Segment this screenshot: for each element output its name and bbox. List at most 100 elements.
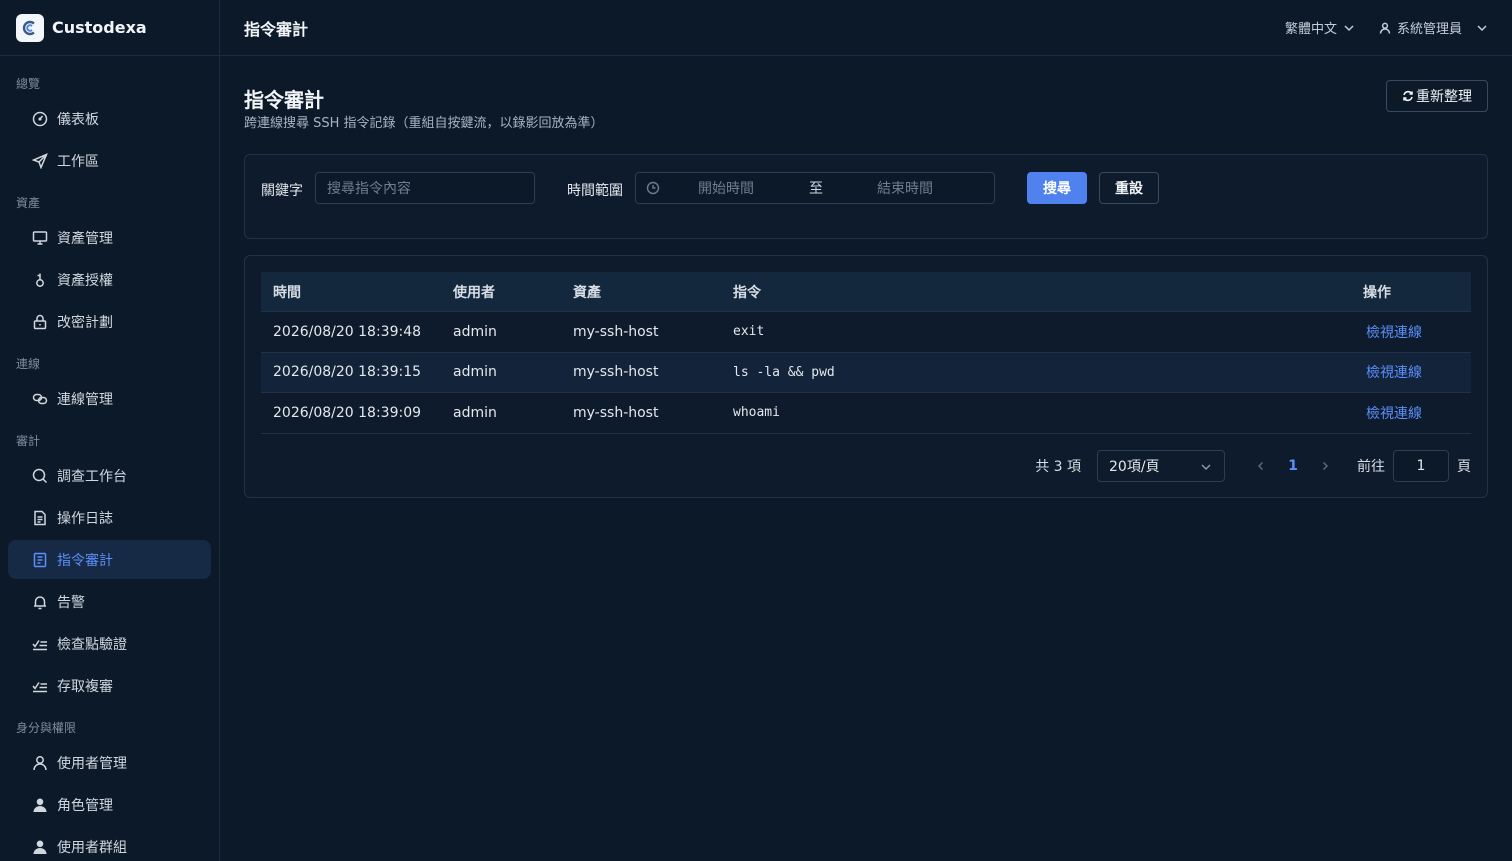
- sidebar-item-asset-authorization[interactable]: 資產授權: [8, 260, 211, 299]
- topbar-title: 指令審計: [244, 19, 309, 39]
- lock-icon: [31, 313, 49, 331]
- document-icon: [31, 509, 49, 527]
- cell-asset: my-ssh-host: [573, 323, 659, 340]
- send-icon: [31, 152, 49, 170]
- cell-time: 2026/08/20 18:39:09: [273, 404, 422, 421]
- column-header-user: 使用者: [453, 284, 495, 301]
- chevron-down-icon: [1344, 24, 1354, 31]
- sidebar-item-command-audit[interactable]: 指令審計: [8, 540, 211, 579]
- sidebar-item-label: 資產管理: [57, 230, 113, 247]
- pagination: 共 3 項 20項/頁 1 前往 頁: [1035, 450, 1471, 482]
- filter-card: 關鍵字 搜尋指令內容 時間範圍 開始時間 至 結束時間 搜尋 重設: [244, 154, 1488, 239]
- chevron-right-icon: [1322, 461, 1329, 471]
- pagination-total: 共 3 項: [1035, 459, 1081, 475]
- sidebar-item-label: 改密計劃: [57, 314, 113, 331]
- table-header: 時間 使用者 資產 指令 操作: [261, 272, 1471, 312]
- table-row: 2026/08/20 18:39:48 admin my-ssh-host ex…: [261, 312, 1471, 353]
- goto-unit: 頁: [1457, 459, 1471, 475]
- brand[interactable]: Custodexa: [0, 0, 219, 56]
- brand-logo-icon: [16, 13, 44, 42]
- reset-button[interactable]: 重設: [1099, 172, 1159, 204]
- checklist-icon: [31, 635, 49, 653]
- sidebar-item-user-management[interactable]: 使用者管理: [8, 743, 211, 782]
- sidebar-item-label: 調查工作台: [57, 468, 127, 485]
- user-filled-icon: [31, 838, 49, 856]
- sidebar-item-alerts[interactable]: 告警: [8, 582, 211, 621]
- sidebar-item-label: 工作區: [57, 153, 99, 170]
- page-size-value: 20項/頁: [1109, 459, 1160, 475]
- cell-asset: my-ssh-host: [573, 404, 659, 421]
- sidebar-item-password-plan[interactable]: 改密計劃: [8, 302, 211, 341]
- sidebar-item-access-review[interactable]: 存取複審: [8, 666, 211, 705]
- view-session-link[interactable]: 檢視連線: [1363, 365, 1422, 381]
- page-size-select[interactable]: 20項/頁: [1097, 450, 1225, 482]
- refresh-label: 重新整理: [1416, 88, 1472, 104]
- user-icon: [31, 754, 49, 772]
- sidebar-item-asset-management[interactable]: 資產管理: [8, 218, 211, 257]
- command-table: 時間 使用者 資產 指令 操作 2026/08/20 18:39:48 admi…: [261, 272, 1471, 434]
- page-header: 指令審計 跨連線搜尋 SSH 指令記錄（重組自按鍵流，以錄影回放為準） 重新整理: [244, 56, 1488, 154]
- monitor-icon: [31, 229, 49, 247]
- range-end-input[interactable]: 結束時間: [877, 178, 933, 198]
- user-name: 系統管理員: [1396, 22, 1462, 37]
- topbar: 指令審計 繁體中文 系統管理員: [220, 0, 1512, 56]
- next-page-button[interactable]: [1313, 461, 1337, 471]
- time-range-picker[interactable]: 開始時間 至 結束時間: [635, 172, 995, 204]
- column-header-asset: 資產: [573, 284, 601, 301]
- nav-group-label: 總覽: [16, 77, 41, 91]
- user-menu[interactable]: 系統管理員: [1379, 18, 1488, 37]
- goto-page-input[interactable]: [1393, 450, 1449, 482]
- page-title: 指令審計: [244, 88, 324, 112]
- sidebar-item-label: 儀表板: [57, 111, 99, 128]
- nav-group-label: 審計: [16, 434, 41, 448]
- page-number-current[interactable]: 1: [1273, 458, 1313, 474]
- keyword-input[interactable]: 搜尋指令內容: [315, 172, 535, 204]
- cell-asset: my-ssh-host: [573, 364, 659, 381]
- sidebar-item-operation-log[interactable]: 操作日誌: [8, 498, 211, 537]
- search-icon: [31, 467, 49, 485]
- search-button[interactable]: 搜尋: [1027, 172, 1087, 204]
- user-icon: [1379, 22, 1391, 34]
- sidebar-item-dashboard[interactable]: 儀表板: [8, 99, 211, 138]
- time-range-label: 時間範圍: [567, 183, 623, 199]
- view-session-link[interactable]: 檢視連線: [1363, 406, 1422, 422]
- sidebar-item-label: 檢查點驗證: [57, 636, 127, 653]
- cell-command: exit: [733, 324, 765, 340]
- sidebar-item-label: 連線管理: [57, 391, 113, 408]
- refresh-button[interactable]: 重新整理: [1386, 80, 1488, 112]
- language-selector[interactable]: 繁體中文: [1285, 18, 1355, 37]
- table-row: 2026/08/20 18:39:09 admin my-ssh-host wh…: [261, 393, 1471, 434]
- checklist-icon: [31, 677, 49, 695]
- key-icon: [31, 271, 49, 289]
- bell-icon: [31, 593, 49, 611]
- sidebar-item-user-groups[interactable]: 使用者群組: [8, 827, 211, 861]
- sidebar-item-workspace[interactable]: 工作區: [8, 141, 211, 180]
- prev-page-button[interactable]: [1249, 461, 1273, 471]
- refresh-icon: [1403, 90, 1413, 102]
- cell-command: ls -la && pwd: [733, 364, 835, 380]
- sidebar-item-label: 使用者管理: [57, 755, 127, 772]
- range-start-input[interactable]: 開始時間: [698, 178, 754, 198]
- chevron-down-icon: [1201, 464, 1211, 471]
- chevron-down-icon: [1477, 24, 1487, 31]
- keyword-placeholder: 搜尋指令內容: [327, 181, 411, 197]
- chevron-left-icon: [1257, 461, 1264, 471]
- sidebar-item-label: 存取複審: [57, 678, 113, 695]
- sidebar: Custodexa 總覽 儀表板 工作區 資產 資產管理 資產授權 改密計劃 連…: [0, 0, 220, 861]
- sidebar-item-checkpoint-verification[interactable]: 檢查點驗證: [8, 624, 211, 663]
- cell-time: 2026/08/20 18:39:48: [273, 323, 422, 340]
- cell-user: admin: [453, 323, 497, 340]
- sidebar-item-investigation[interactable]: 調查工作台: [8, 456, 211, 495]
- cell-user: admin: [453, 364, 497, 381]
- column-header-command: 指令: [733, 284, 761, 301]
- table-card: 時間 使用者 資產 指令 操作 2026/08/20 18:39:48 admi…: [244, 255, 1488, 498]
- sidebar-item-label: 指令審計: [57, 552, 113, 569]
- link-icon: [31, 390, 49, 408]
- document-icon: [31, 551, 49, 569]
- view-session-link[interactable]: 檢視連線: [1363, 325, 1422, 341]
- sidebar-item-role-management[interactable]: 角色管理: [8, 785, 211, 824]
- sidebar-item-label: 操作日誌: [57, 510, 113, 527]
- sidebar-item-connection-management[interactable]: 連線管理: [8, 379, 211, 418]
- nav-group-label: 資產: [16, 196, 41, 210]
- keyword-label: 關鍵字: [261, 183, 303, 199]
